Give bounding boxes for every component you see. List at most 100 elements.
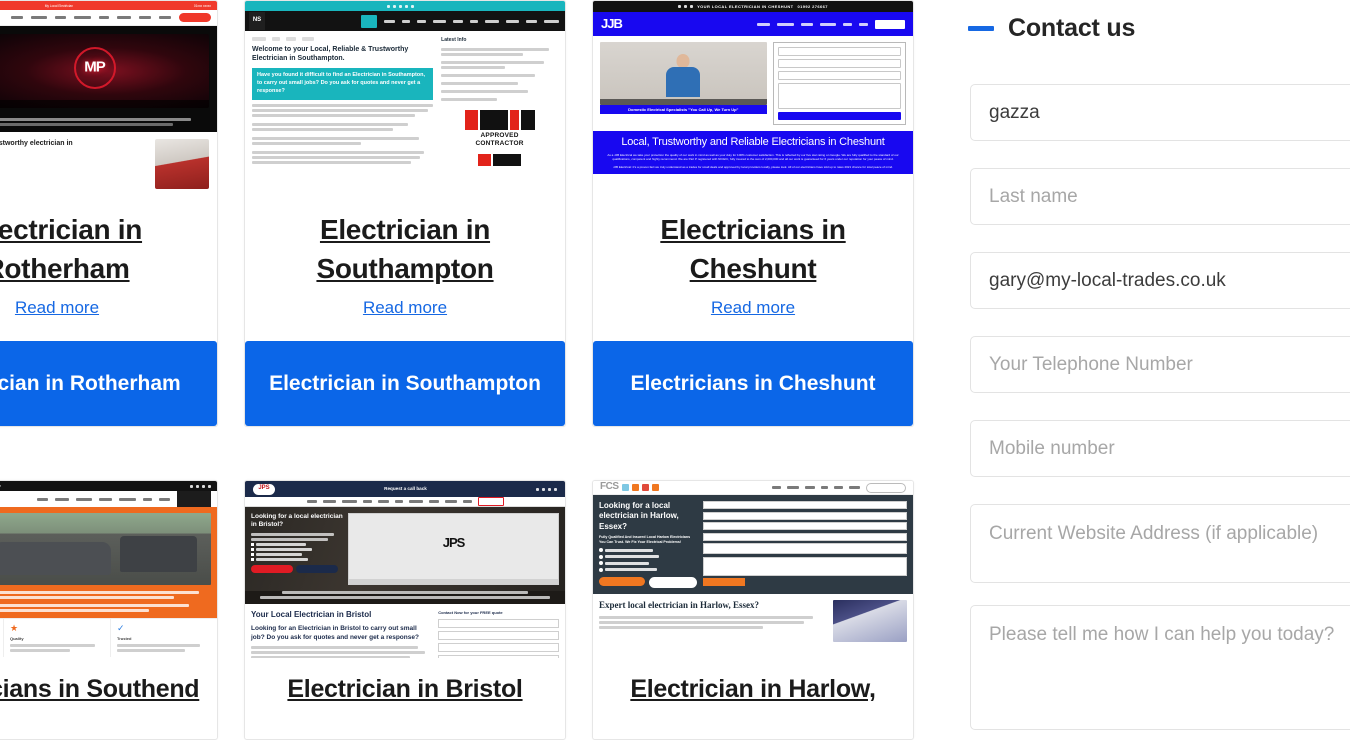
- mini-topbar: Opening hours | Monday - Friday 8am-5:30…: [0, 481, 217, 491]
- mini-low-heading: Your Local Electrician in Bristol: [251, 610, 372, 619]
- mini-topbar-text: Opening hours | Monday - Friday 8am-5:30…: [0, 484, 1, 488]
- mini-band-heading: Local, Trustworthy and Reliable Electric…: [621, 136, 885, 148]
- mini-nav: [245, 11, 565, 31]
- portfolio-card-southampton[interactable]: NS Welcome to your Local, Reliable & Tru…: [244, 0, 566, 427]
- mini-btn-call: [599, 576, 645, 586]
- mini-nav: JJB: [593, 12, 913, 36]
- mini-btn-quote: [649, 576, 697, 588]
- mini-low-sub: Looking for an Electrician in Bristol to…: [251, 624, 419, 641]
- mini-nav-cta: [179, 13, 211, 22]
- mini-nav-cta: [177, 491, 211, 507]
- mini-topbar-cta: Request a call back: [384, 486, 427, 492]
- niceic-line1: APPROVED: [480, 132, 519, 140]
- niceic-line2: CONTRACTOR: [475, 140, 524, 148]
- site-thumbnail-rotherham: My Local Electrician 01xxx xxxxx MP twor…: [0, 1, 217, 197]
- mini-low-heading: Expert local electrician in Harlow, Esse…: [599, 599, 759, 610]
- portfolio-card-rotherham[interactable]: My Local Electrician 01xxx xxxxx MP twor…: [0, 0, 218, 427]
- mini-video: MP: [0, 34, 209, 108]
- site-thumbnail-southampton: NS Welcome to your Local, Reliable & Tru…: [245, 1, 565, 197]
- mini-van-photo: [0, 513, 211, 585]
- mini-nav-cta: [866, 482, 906, 493]
- portfolio-card-bristol[interactable]: JPS Request a call back Looking for a lo…: [244, 480, 566, 740]
- mini-topbar: JPS Request a call back: [245, 481, 565, 497]
- mini-lower: Your Local Electrician in Bristol Lookin…: [245, 604, 565, 658]
- feature-label: Quality: [10, 636, 24, 641]
- mini-sidebar-title: Latest Info: [441, 37, 467, 43]
- portfolio-card-harlow[interactable]: FCS Looking for a local electrician in H…: [592, 480, 914, 740]
- site-thumbnail-southend: Opening hours | Monday - Friday 8am-5:30…: [0, 481, 217, 658]
- mini-topbar: YOUR LOCAL ELECTRICIAN IN CHESHUNT 01992…: [593, 1, 913, 12]
- contact-header: Contact us: [968, 0, 1350, 43]
- mini-hero: 5 Star Electricians in Southend and: [0, 507, 217, 591]
- mini-btn-secondary: [296, 564, 338, 573]
- last-name-input[interactable]: [970, 168, 1350, 225]
- portfolio-grid: My Local Electrician 01xxx xxxxx MP twor…: [0, 0, 926, 740]
- mini-form-submit: [703, 578, 745, 586]
- mini-form: [703, 501, 907, 588]
- card-cta-button[interactable]: Electrician in Southampton: [245, 341, 565, 426]
- mini-topbar-phone: 01992 276667: [797, 4, 828, 9]
- mini-logo: JPS: [253, 483, 275, 495]
- card-body: Electricians in Cheshunt Read more: [593, 197, 913, 341]
- mini-features: 👍 Friendly ★ Quality ✓ Trusted: [0, 618, 217, 657]
- mini-topbar-text: YOUR LOCAL ELECTRICIAN IN CHESHUNT: [697, 4, 794, 9]
- read-more-link[interactable]: Read more: [363, 298, 447, 318]
- mini-room-photo: [833, 599, 907, 642]
- mini-hero-heading: Looking for a local electrician in Brist…: [251, 513, 343, 529]
- mini-band: Local, Trustworthy and Reliable Electric…: [593, 131, 913, 175]
- contact-heading: Contact us: [1008, 14, 1136, 42]
- niceic-logo: [441, 110, 558, 131]
- site-thumbnail-cheshunt: YOUR LOCAL ELECTRICIAN IN CHESHUNT 01992…: [593, 1, 913, 197]
- mini-video-logo: MP: [84, 58, 105, 76]
- mini-logo: NS: [249, 12, 265, 30]
- card-cta-button[interactable]: Electricians in Cheshunt: [593, 341, 913, 426]
- mini-body-sub: We specialise in home and garden: [0, 153, 149, 159]
- mini-lower: Expert local electrician in Harlow, Esse…: [593, 594, 913, 648]
- mini-topbar: My Local Electrician 01xxx xxxxx: [0, 1, 217, 10]
- mini-video-caption: Domestic Electrical Specialists "You Cal…: [600, 105, 767, 114]
- mini-video-logo: JPS: [442, 535, 466, 551]
- card-title: Electrician in Southampton: [316, 214, 494, 284]
- mini-hero-sub: Fully Qualified And Insured Local Harlow…: [599, 535, 691, 545]
- card-cta-button[interactable]: Electrician in Rotherham: [0, 341, 217, 426]
- mini-body-heading: MP Electrical. Your local, trustworthy e…: [0, 140, 73, 147]
- mini-btn-primary: [251, 564, 293, 573]
- portfolio-card-cheshunt[interactable]: YOUR LOCAL ELECTRICIAN IN CHESHUNT 01992…: [592, 0, 914, 427]
- card-body: Electrician in Rotherham Read more: [0, 197, 217, 341]
- website-input[interactable]: [970, 504, 1350, 583]
- card-body: Electrician in Southampton Read more: [245, 197, 565, 341]
- card-title: Electricians in Southend: [0, 675, 200, 703]
- card-title: Electrician in Rotherham: [0, 214, 143, 284]
- portfolio-row-2: Opening hours | Monday - Friday 8am-5:30…: [0, 480, 914, 740]
- portfolio-row-1: My Local Electrician 01xxx xxxxx MP twor…: [0, 0, 914, 427]
- page-root: My Local Electrician 01xxx xxxxx MP twor…: [0, 0, 1350, 740]
- mini-nav: [245, 497, 565, 507]
- star-icon: ★: [10, 623, 19, 633]
- read-more-link[interactable]: Read more: [15, 298, 99, 318]
- mini-callout: Have you found it difficult to find an E…: [252, 67, 434, 100]
- mini-video: JPS: [348, 513, 559, 585]
- read-more-link[interactable]: Read more: [711, 298, 795, 318]
- mini-hero: Electrician in MP: [0, 26, 217, 118]
- card-body: Electricians in Southend: [0, 658, 217, 739]
- email-input[interactable]: [970, 252, 1350, 309]
- mini-logo: JJB: [601, 15, 623, 31]
- mini-logo: FCS: [600, 481, 619, 493]
- mini-topbar-text: My Local Electrician: [44, 3, 74, 8]
- card-title: Electricians in Cheshunt: [660, 214, 846, 284]
- mini-hero: Looking for a local electrician in Harlo…: [593, 495, 913, 594]
- mini-topbar-phone: 01xxx xxxxx: [193, 3, 211, 8]
- mini-nav: [0, 491, 217, 507]
- mini-hero: Looking for a local electrician in Brist…: [245, 507, 565, 591]
- telephone-input[interactable]: [970, 336, 1350, 393]
- dash-icon: [968, 26, 994, 31]
- site-thumbnail-harlow: FCS Looking for a local electrician in H…: [593, 481, 913, 658]
- card-body: Electrician in Bristol: [245, 658, 565, 739]
- card-title: Electrician in Harlow,: [630, 675, 876, 703]
- first-name-input[interactable]: [970, 84, 1350, 141]
- portfolio-card-southend[interactable]: Opening hours | Monday - Friday 8am-5:30…: [0, 480, 218, 740]
- mini-heading: Welcome to your Local, Reliable & Trustw…: [252, 46, 409, 63]
- mini-nav: [0, 10, 217, 26]
- mobile-input[interactable]: [970, 420, 1350, 477]
- message-textarea[interactable]: [970, 605, 1350, 730]
